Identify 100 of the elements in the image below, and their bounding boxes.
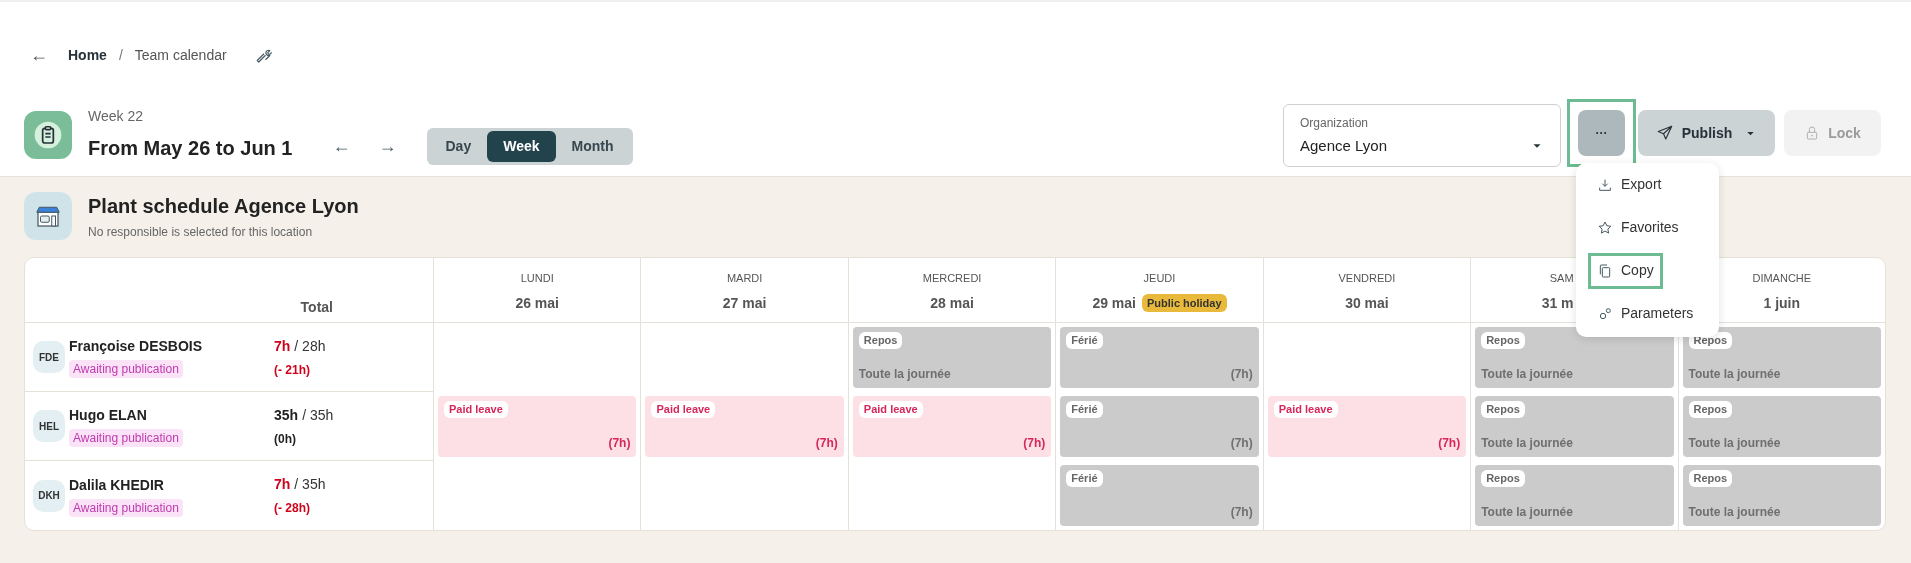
home-link[interactable]: Home [68,45,107,66]
breadcrumb-separator: / [118,46,123,65]
event-label: Repos [1481,332,1525,349]
event-hours: (7h) [608,435,631,452]
rest-block[interactable]: Repos Toute la journée [852,327,1052,388]
day-name: JEUDI [1143,271,1176,286]
event-note: Toute la journée [1481,366,1574,383]
week-label: Week 22 [88,107,144,126]
location-subtitle: No responsible is selected for this location [88,224,314,241]
event-note: Toute la journée [1481,504,1574,521]
day-name: MERCREDI [922,271,982,286]
event-note: Toute la journée [1688,504,1782,521]
day-name: DIMANCHE [1752,271,1812,286]
leave-block[interactable]: Paid leave (7h) [438,396,637,457]
day-date: 27 mai [722,293,767,313]
event-note: Toute la journée [858,366,952,383]
employee-name[interactable]: Dalila KHEDIR [69,474,164,496]
day-date: 28 mai [930,293,974,313]
status-badge: Awaiting publication [69,360,183,378]
event-label: Paid leave [651,401,716,418]
employee-avatar: DKH [33,479,65,512]
day-name: SAM [1549,271,1574,286]
status-badge: Awaiting publication [69,498,183,517]
rest-block[interactable]: Repos Toute la journée [1475,327,1674,388]
day-date: 26 mai [515,293,559,313]
hours-balance: (- 21h) [274,361,311,379]
day-date: 30 mai [1345,293,1389,313]
hours-planned: / 35h [302,405,334,425]
event-note: Toute la journée [1688,366,1782,383]
holiday-block[interactable]: Férié (7h) [1060,465,1259,526]
event-hours: (7h) [1023,435,1046,452]
more-button[interactable]: ··· [1578,110,1625,156]
event-label: Repos [858,332,903,349]
next-week-button[interactable]: → [378,133,397,160]
event-label: Repos [1688,470,1733,487]
holiday-badge: Public holiday [1142,293,1227,313]
view-tab[interactable]: Day [429,131,488,162]
location-title: Plant schedule Agence Lyon [88,194,359,219]
back-link[interactable]: ← [30,42,48,69]
employee-name[interactable]: Françoise DESBOIS [69,336,203,357]
day-date: 29 mai [1092,293,1136,313]
event-label: Repos [1481,401,1525,418]
day-date: 1 juin [1763,293,1801,313]
total-header: Total [300,298,333,317]
holiday-block[interactable]: Férié (7h) [1060,396,1259,457]
event-note: Toute la journée [1688,435,1782,452]
event-hours: (7h) [815,435,838,452]
day-name: LUNDI [520,271,554,286]
rest-block[interactable]: Repos Toute la journée [1475,396,1674,457]
event-label: Férié [1066,332,1103,349]
event-hours: (7h) [1438,435,1461,452]
menu-item[interactable]: Favorites [1588,209,1688,246]
copy-icon [1597,262,1613,279]
event-label: Repos [1481,470,1525,487]
star-icon [1597,219,1613,236]
view-tab[interactable]: Week [487,131,556,162]
event-hours: (7h) [1230,435,1253,452]
hours-planned: / 35h [294,475,326,494]
status-badge: Awaiting publication [69,429,183,447]
hours-done: 7h [274,336,291,356]
hours-balance: (0h) [274,430,297,448]
breadcrumb-current: Team calendar [134,46,227,65]
rest-block[interactable]: Repos Toute la journée [1475,465,1674,526]
paper-plane-icon [1655,124,1674,142]
employee-name[interactable]: Hugo ELAN [69,405,147,426]
previous-week-button[interactable]: ← [332,133,351,160]
rest-block[interactable]: Repos Toute la journée [1682,465,1881,526]
event-label: Férié [1066,470,1103,487]
holiday-block[interactable]: Férié (7h) [1060,327,1259,388]
shop-icon [24,192,72,240]
leave-block[interactable]: Paid leave (7h) [645,396,844,457]
event-label: Paid leave [444,401,508,418]
employee-avatar: FDE [33,341,65,373]
select-value: Agence Lyon [1300,136,1387,156]
day-name: MARDI [726,271,763,286]
organization-select[interactable]: Organization Agence Lyon [1283,104,1561,167]
event-label: Férié [1066,401,1103,418]
event-note: Toute la journée [1481,435,1574,452]
hours-done: 7h [274,475,291,494]
field-label: Organization [1300,115,1370,132]
event-hours: (7h) [1230,366,1253,383]
date-range-title: From May 26 to Jun 1 [88,136,293,161]
event-label: Repos [1688,401,1733,418]
event-label: Paid leave [1273,401,1338,418]
day-date: 31 m [1541,293,1574,313]
hours-done: 35h [274,405,299,425]
employee-avatar: HEL [33,410,65,442]
hours-balance: (- 28h) [274,500,311,517]
clipboard-icon [24,110,72,159]
publish-button[interactable]: Publish [1638,110,1775,156]
event-label: Paid leave [858,401,923,418]
day-name: VENDREDI [1338,271,1396,286]
menu-item[interactable]: Copy [1588,252,1663,289]
view-tab[interactable]: Month [555,131,630,162]
leave-block[interactable]: Paid leave (7h) [1267,396,1467,457]
menu-item[interactable]: Export [1588,166,1671,203]
event-hours: (7h) [1230,504,1253,521]
leave-block[interactable]: Paid leave (7h) [852,396,1052,457]
rest-block[interactable]: Repos Toute la journée [1682,396,1881,457]
hours-planned: / 28h [294,336,326,356]
